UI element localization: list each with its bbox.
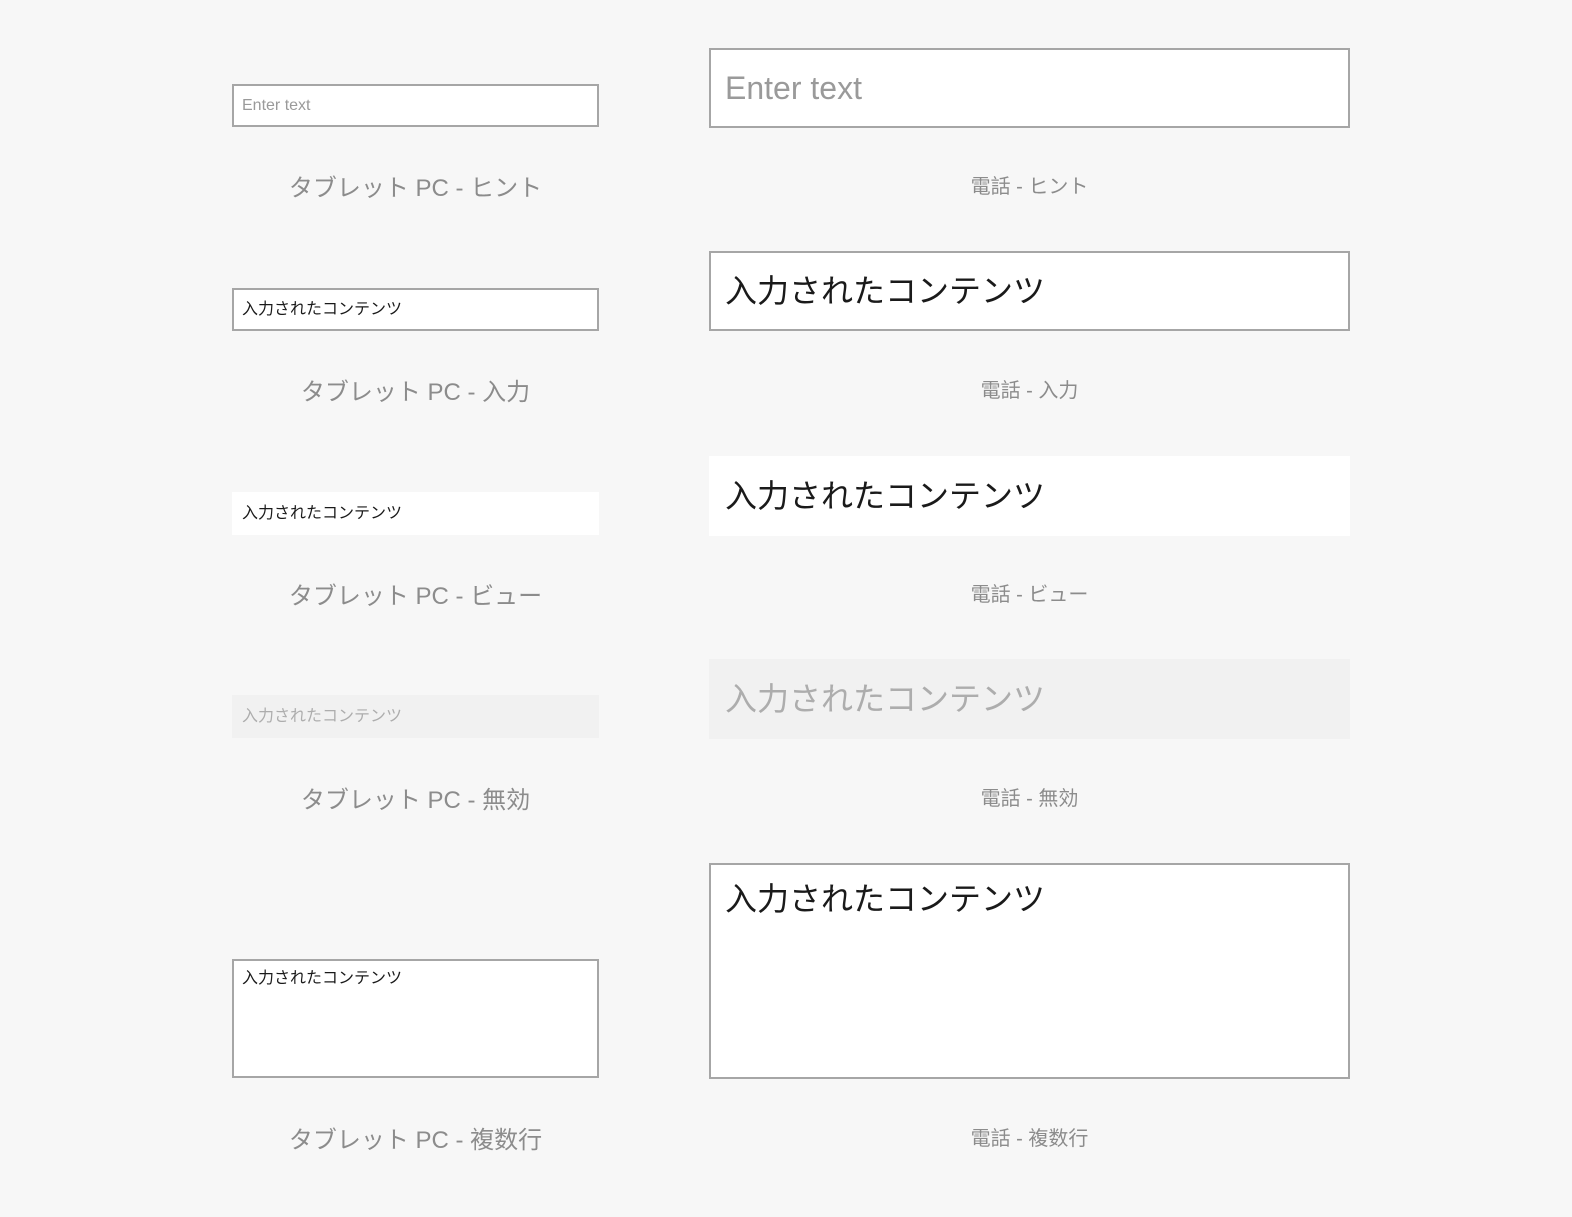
field-wrap-tablet-input: 入力されたコンテンツ <box>232 288 599 331</box>
textbox-value: 入力されたコンテンツ <box>725 273 1046 309</box>
textbox-phone-disabled: 入力されたコンテンツ <box>709 659 1350 739</box>
field-wrap-tablet-disabled: 入力されたコンテンツ <box>232 695 599 738</box>
textbox-tablet-input[interactable]: 入力されたコンテンツ <box>232 288 599 331</box>
textbox-value: 入力されたコンテンツ <box>242 970 403 987</box>
textbox-value: 入力されたコンテンツ <box>242 300 403 318</box>
textbox-phone-view[interactable]: 入力されたコンテンツ <box>709 456 1350 536</box>
caption-tablet-input: タブレット PC - 入力 <box>300 379 531 406</box>
textbox-value: 入力されたコンテンツ <box>242 707 403 725</box>
phone-column: Enter text 電話 - ヒント 入力されたコンテンツ 電話 - 入力 入… <box>709 0 1350 1217</box>
caption-phone-view: 電話 - ビュー <box>970 584 1089 606</box>
caption-phone-hint: 電話 - ヒント <box>970 176 1089 198</box>
field-wrap-phone-view: 入力されたコンテンツ <box>709 456 1350 536</box>
caption-tablet-multiline: タブレット PC - 複数行 <box>288 1127 543 1154</box>
textbox-tablet-multiline[interactable]: 入力されたコンテンツ <box>232 959 599 1078</box>
tablet-pc-column: Enter text タブレット PC - ヒント 入力されたコンテンツ タブレ… <box>232 0 599 1217</box>
textbox-phone-multiline[interactable]: 入力されたコンテンツ <box>709 863 1350 1079</box>
textbox-specimen-sheet: Enter text タブレット PC - ヒント 入力されたコンテンツ タブレ… <box>0 0 1572 1217</box>
textbox-placeholder: Enter text <box>725 70 862 106</box>
field-wrap-phone-disabled: 入力されたコンテンツ <box>709 659 1350 739</box>
textbox-tablet-disabled: 入力されたコンテンツ <box>232 695 599 738</box>
textbox-value: 入力されたコンテンツ <box>725 681 1046 717</box>
caption-phone-multiline: 電話 - 複数行 <box>970 1128 1089 1150</box>
textbox-phone-input[interactable]: 入力されたコンテンツ <box>709 251 1350 331</box>
textbox-value: 入力されたコンテンツ <box>242 504 403 522</box>
textbox-tablet-view[interactable]: 入力されたコンテンツ <box>232 492 599 535</box>
textbox-phone-hint[interactable]: Enter text <box>709 48 1350 128</box>
caption-tablet-view: タブレット PC - ビュー <box>288 583 543 610</box>
caption-phone-input: 電話 - 入力 <box>980 380 1079 402</box>
caption-tablet-hint: タブレット PC - ヒント <box>288 175 543 202</box>
caption-tablet-disabled: タブレット PC - 無効 <box>300 787 531 814</box>
textbox-tablet-hint[interactable]: Enter text <box>232 84 599 127</box>
textbox-value: 入力されたコンテンツ <box>725 881 1046 917</box>
caption-phone-disabled: 電話 - 無効 <box>980 788 1079 810</box>
textbox-value: 入力されたコンテンツ <box>725 478 1046 514</box>
textbox-placeholder: Enter text <box>242 96 311 114</box>
field-wrap-tablet-multiline: 入力されたコンテンツ <box>232 959 599 1078</box>
field-wrap-tablet-view: 入力されたコンテンツ <box>232 492 599 535</box>
field-wrap-phone-hint: Enter text <box>709 48 1350 128</box>
field-wrap-phone-input: 入力されたコンテンツ <box>709 251 1350 331</box>
field-wrap-phone-multiline: 入力されたコンテンツ <box>709 863 1350 1079</box>
field-wrap-tablet-hint: Enter text <box>232 84 599 127</box>
